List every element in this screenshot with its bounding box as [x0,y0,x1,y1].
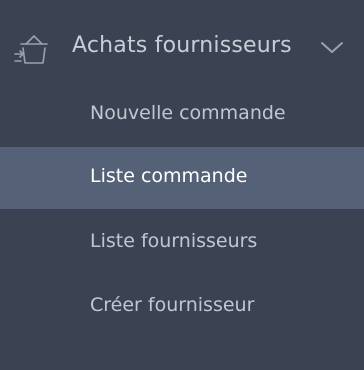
submenu-item-label: Liste commande [90,165,248,187]
submenu-item-liste-fournisseurs[interactable]: Liste fournisseurs [0,212,364,274]
submenu-item-liste-commande[interactable]: Liste commande [0,147,364,209]
chevron-down-icon[interactable] [318,38,346,58]
submenu-item-label: Nouvelle commande [90,102,286,124]
basket-transfer-icon [12,30,52,70]
submenu-item-nouvelle-commande[interactable]: Nouvelle commande [0,84,364,146]
submenu-item-label: Liste fournisseurs [90,230,258,252]
submenu-item-label: Créer fournisseur [90,294,255,316]
sidebar-menu: Achats fournisseurs Nouvelle commande Li… [0,0,364,370]
menu-section-achats-fournisseurs[interactable]: Achats fournisseurs [0,0,364,84]
submenu-item-creer-fournisseur[interactable]: Créer fournisseur [0,276,364,338]
menu-section-title: Achats fournisseurs [72,33,292,58]
